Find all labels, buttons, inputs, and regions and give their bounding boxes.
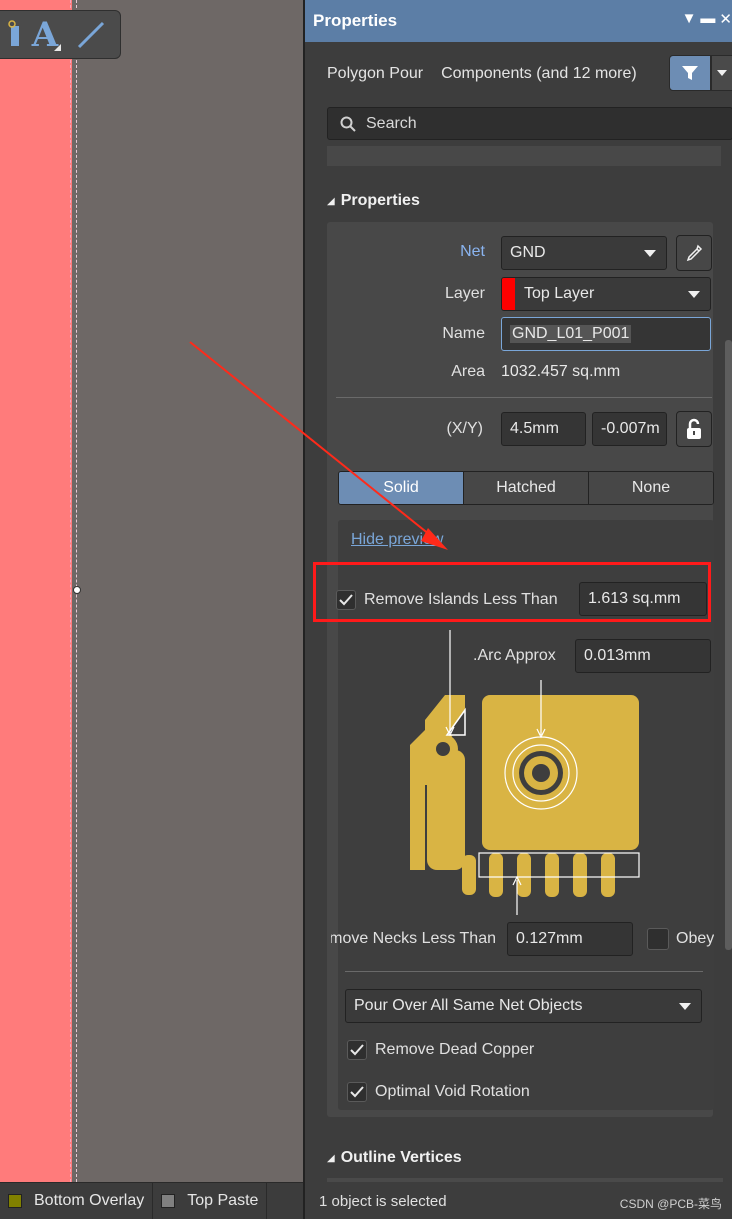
collapse-triangle-icon: ◢ <box>327 195 335 207</box>
layer-tabs: Bottom Overlay Top Paste <box>0 1182 303 1219</box>
selection-status: 1 object is selected <box>319 1193 447 1210</box>
pour-preview-illustration <box>410 630 640 915</box>
search-input[interactable]: Search <box>327 107 732 140</box>
layer-color-swatch <box>161 1194 176 1208</box>
chevron-down-icon <box>717 70 727 76</box>
fill-mode-none[interactable]: None <box>589 472 713 504</box>
selection-handle[interactable] <box>73 586 81 594</box>
search-placeholder: Search <box>366 114 417 132</box>
optimal-void-rotation-label: Optimal Void Rotation <box>375 1083 530 1100</box>
layer-tab-label: Top Paste <box>187 1192 259 1209</box>
pour-over-select[interactable]: Pour Over All Same Net Objects <box>345 989 702 1023</box>
layer-select[interactable]: Top Layer <box>501 277 711 311</box>
panel-title: Properties <box>313 11 398 30</box>
copper-finger <box>489 853 503 897</box>
hide-preview-link[interactable]: Hide preview <box>351 531 443 549</box>
divider <box>345 971 703 972</box>
filter-dropdown-button[interactable] <box>711 55 732 91</box>
watermark: CSDN @PCB-菜鸟 <box>619 1197 722 1211</box>
obey-label: Obey <box>676 930 714 947</box>
checkmark-icon <box>350 1086 364 1098</box>
checkmark-icon <box>350 1044 364 1056</box>
net-select[interactable]: GND <box>501 236 667 270</box>
layer-value: Top Layer <box>524 285 595 302</box>
panel-close-icon[interactable]: ✕ <box>719 10 732 28</box>
text-tool-button[interactable]: A <box>25 15 65 55</box>
layer-label: Layer <box>444 285 485 302</box>
copper-finger <box>601 853 615 897</box>
xy-label: (X/Y) <box>446 420 483 437</box>
eyedropper-icon <box>686 244 703 262</box>
layer-color-swatch <box>502 278 515 310</box>
optimal-void-rotation-checkbox[interactable] <box>347 1082 367 1102</box>
component-icon <box>8 20 19 46</box>
obey-checkbox[interactable] <box>647 928 669 950</box>
net-picker-button[interactable] <box>676 235 712 271</box>
section-title: Properties <box>340 192 420 209</box>
remove-necks-label: Remove Necks Less Than <box>331 930 496 947</box>
status-bar: 1 object is selected CSDN @PCB-菜鸟 <box>305 1182 732 1219</box>
layer-tab-label: Bottom Overlay <box>34 1192 145 1209</box>
copper-finger <box>462 855 476 895</box>
section-header-outline-vertices[interactable]: ◢ Outline Vertices <box>327 1149 462 1167</box>
filter-button[interactable] <box>669 55 711 91</box>
y-input[interactable]: -0.007m <box>592 412 667 446</box>
net-value: GND <box>510 244 546 261</box>
remove-necks-input[interactable]: 0.127mm <box>507 922 633 956</box>
name-label: Name <box>442 325 485 342</box>
panel-menu-icon[interactable]: ▼ <box>682 10 697 28</box>
copper-shape <box>427 750 465 870</box>
net-label: Net <box>460 243 485 260</box>
highlight-box <box>313 562 711 622</box>
copper-finger <box>573 853 587 897</box>
active-bar: A <box>0 10 121 59</box>
divider <box>336 397 712 398</box>
remove-necks-value: 0.127mm <box>516 930 583 947</box>
fill-mode-solid[interactable]: Solid <box>339 472 464 504</box>
panel-scrollbar[interactable] <box>725 340 732 950</box>
filter-strip <box>327 146 721 166</box>
board-outline <box>70 0 71 1182</box>
layer-color-swatch <box>8 1194 22 1208</box>
line-tool-button[interactable] <box>71 15 111 55</box>
chevron-down-icon <box>644 250 656 257</box>
area-label: Area <box>451 363 485 380</box>
layer-tab-bottom-overlay[interactable]: Bottom Overlay <box>0 1183 154 1219</box>
chevron-down-icon <box>679 1003 691 1010</box>
remove-dead-copper-checkbox[interactable] <box>347 1040 367 1060</box>
remove-dead-copper-label: Remove Dead Copper <box>375 1041 535 1058</box>
section-title: Outline Vertices <box>340 1149 462 1166</box>
selection-filter-link[interactable]: Components (and 12 more) <box>441 65 637 83</box>
area-value: 1032.457 sq.mm <box>501 363 621 380</box>
line-icon <box>77 21 105 49</box>
search-icon <box>340 116 356 132</box>
polygon-pour-region[interactable] <box>0 0 72 1182</box>
x-input[interactable]: 4.5mm <box>501 412 586 446</box>
panel-title-bar[interactable]: Properties ▼ ▬ ✕ <box>305 0 732 42</box>
collapse-triangle-icon: ◢ <box>327 1152 335 1164</box>
copper-finger <box>517 853 531 897</box>
layer-tab-top-paste[interactable]: Top Paste <box>153 1183 268 1219</box>
name-input[interactable]: GND_L01_P001 <box>501 317 711 351</box>
y-value: -0.007m <box>601 420 660 437</box>
copper-finger <box>545 853 559 897</box>
lock-button[interactable] <box>676 411 712 447</box>
x-value: 4.5mm <box>510 420 559 437</box>
chevron-down-icon <box>688 291 700 298</box>
pcb-canvas[interactable]: A <box>0 0 303 1182</box>
properties-panel: Properties ▼ ▬ ✕ Polygon Pour Components… <box>303 0 732 1219</box>
unlock-icon <box>687 418 701 439</box>
pour-over-value: Pour Over All Same Net Objects <box>354 997 583 1014</box>
fill-mode-selector: Solid Hatched None <box>338 471 714 505</box>
fill-mode-hatched[interactable]: Hatched <box>464 472 589 504</box>
panel-pin-icon[interactable]: ▬ <box>700 10 715 28</box>
filter-icon <box>682 66 698 80</box>
selection-kind: Polygon Pour <box>327 65 424 82</box>
section-header-properties[interactable]: ◢ Properties <box>327 192 420 210</box>
name-value: GND_L01_P001 <box>510 325 632 343</box>
